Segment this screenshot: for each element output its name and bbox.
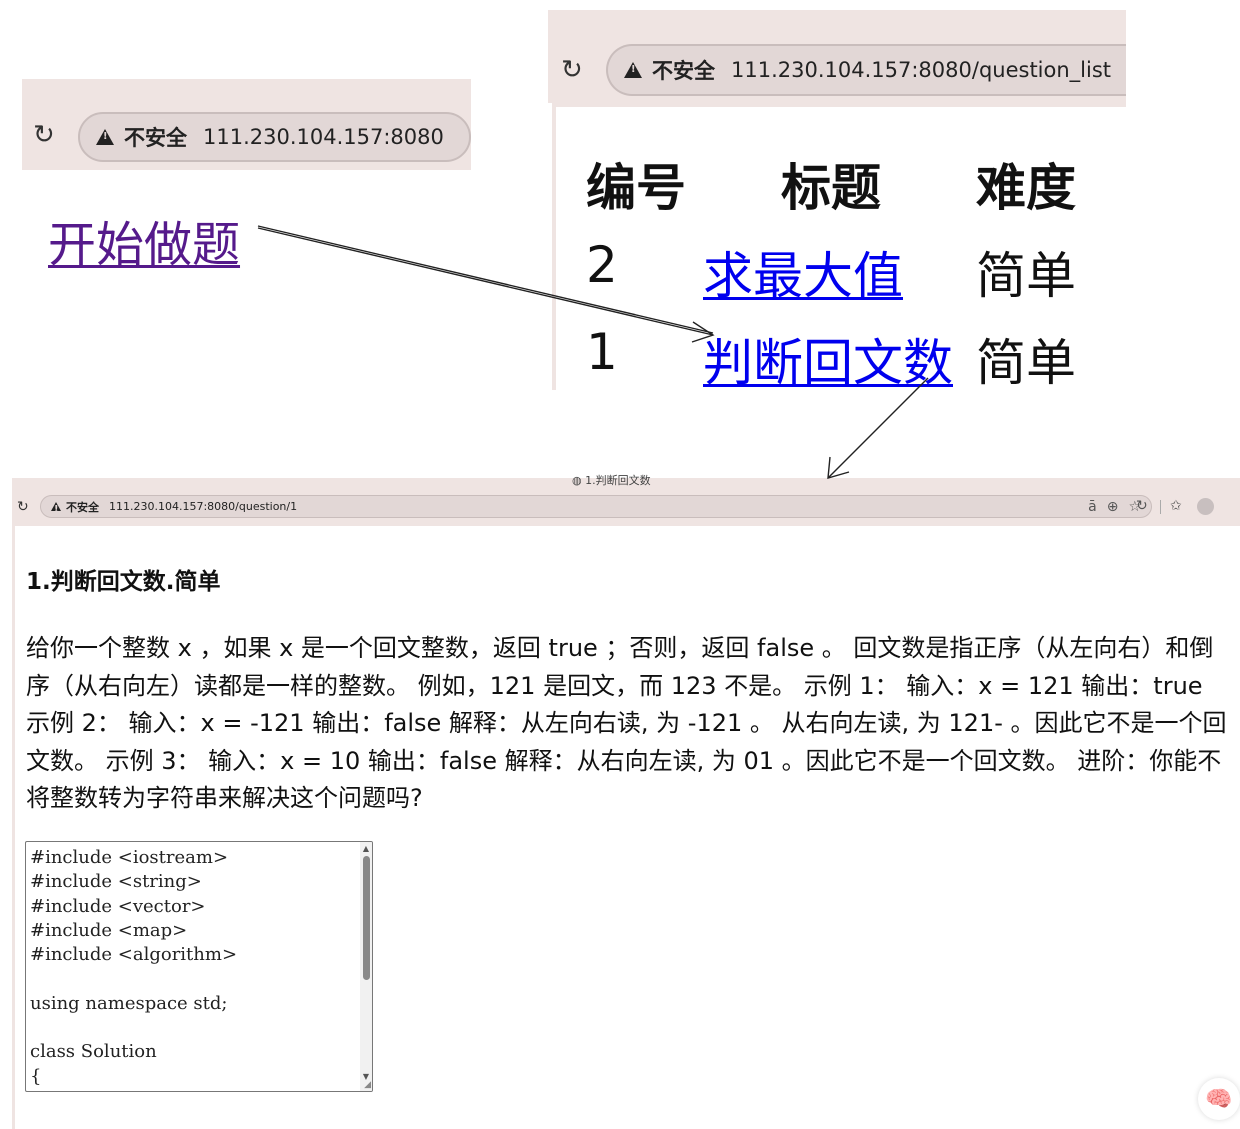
arrow-list-to-detail xyxy=(827,377,929,479)
arrow-home-to-list xyxy=(257,227,714,336)
flow-arrows xyxy=(257,225,929,479)
